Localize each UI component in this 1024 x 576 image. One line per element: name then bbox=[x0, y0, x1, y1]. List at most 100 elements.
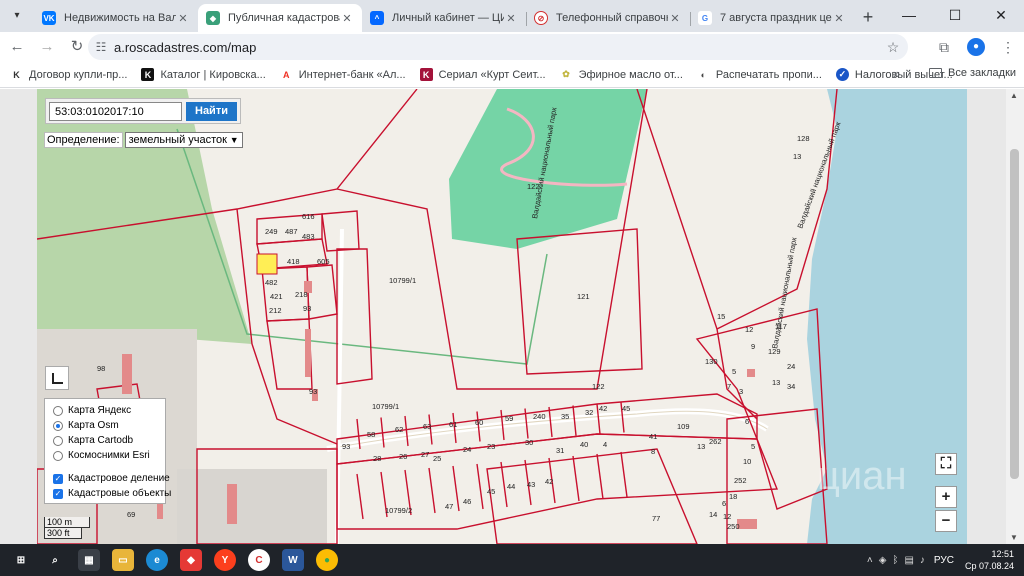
cadastral-map[interactable]: 1281312212112261648324948760541841948221… bbox=[37, 89, 967, 544]
layer-esri[interactable]: Космоснимки Esri bbox=[53, 450, 150, 461]
taskview-icon[interactable]: ▦ bbox=[78, 549, 100, 571]
close-icon[interactable]: ✕ bbox=[504, 12, 518, 25]
clock[interactable]: 12:51 Ср 07.08.24 bbox=[965, 548, 1014, 572]
cadastral-search: Найти bbox=[45, 98, 241, 124]
layer-osm[interactable]: Карта Osm bbox=[53, 420, 119, 431]
bookmark-2[interactable]: A Интернет-банк «Ал... bbox=[280, 68, 406, 81]
chevron-down-icon: ▾ bbox=[14, 10, 20, 21]
edge-icon[interactable]: e bbox=[146, 549, 168, 571]
bookmark-star-icon[interactable]: ☆ bbox=[878, 39, 908, 56]
bookmark-1[interactable]: K Каталог | Кировска... bbox=[141, 68, 266, 81]
all-bookmarks-button[interactable]: Все закладки bbox=[929, 67, 1016, 79]
parcel-number: 14 bbox=[709, 510, 717, 519]
overlay-label: Кадастровое деление bbox=[68, 473, 170, 484]
address-bar[interactable]: ☷ a.roscadastres.com/map ☆ bbox=[88, 34, 908, 60]
definition-row: Определение: земельный участок ▼ bbox=[44, 132, 243, 148]
overlay-cadastral-division[interactable]: ✓ Кадастровое деление bbox=[53, 473, 170, 484]
reload-icon[interactable]: ↻ bbox=[64, 34, 90, 60]
parcel-number: 93 bbox=[309, 387, 317, 396]
close-icon[interactable]: ✕ bbox=[832, 12, 846, 25]
definition-select[interactable]: земельный участок ▼ bbox=[124, 132, 243, 148]
zoom-in-button[interactable]: + bbox=[935, 486, 957, 508]
page-scrollbar[interactable]: ▲ ▼ bbox=[1006, 89, 1024, 544]
parcel-number: 41 bbox=[649, 432, 657, 441]
explorer-icon[interactable]: ▭ bbox=[112, 549, 134, 571]
tab-search-button[interactable]: ▾ bbox=[0, 0, 34, 32]
layers-toggle-button[interactable] bbox=[45, 366, 69, 390]
bluetooth-icon[interactable]: ᛒ bbox=[892, 555, 898, 566]
fullscreen-button[interactable]: ⛶ bbox=[935, 453, 957, 475]
chevron-up-icon[interactable]: ˄ bbox=[867, 555, 873, 566]
maximize-icon[interactable]: ☐ bbox=[932, 0, 978, 32]
close-window-icon[interactable]: ✕ bbox=[978, 0, 1024, 32]
close-icon[interactable]: ✕ bbox=[668, 12, 682, 25]
new-tab-button[interactable]: + bbox=[854, 4, 882, 32]
overlay-cadastral-objects[interactable]: ✓ Кадастровые объекты bbox=[53, 488, 171, 499]
find-button[interactable]: Найти bbox=[186, 102, 237, 121]
tab-0[interactable]: VK Недвижимость на Валдае ✕ bbox=[34, 4, 198, 32]
parcel-number: 35 bbox=[561, 412, 569, 421]
search-input[interactable] bbox=[49, 102, 182, 121]
radio-icon bbox=[53, 450, 63, 461]
extensions-icon[interactable]: ⧉ bbox=[928, 39, 960, 56]
anydesk-icon[interactable]: ◆ bbox=[180, 549, 202, 571]
bookmarks-bar: K Договор купли-пр... K Каталог | Кировска… bbox=[0, 62, 1024, 88]
parcel-number: 249 bbox=[265, 227, 278, 236]
search-icon[interactable]: ⌕ bbox=[44, 549, 66, 571]
parcel-number: 45 bbox=[622, 404, 630, 413]
network-icon[interactable]: ▤ bbox=[904, 555, 913, 566]
parcel-number: 24 bbox=[787, 362, 795, 371]
chrome-icon[interactable]: ● bbox=[316, 549, 338, 571]
site-info-icon[interactable]: ☷ bbox=[88, 40, 114, 54]
zoom-out-button[interactable]: − bbox=[935, 510, 957, 532]
parcel-number: 61 bbox=[449, 420, 457, 429]
parcel-number: 42 bbox=[599, 404, 607, 413]
browser-toolbar: ← → ↻ ☷ a.roscadastres.com/map ☆ ⧉ ● ⋮ bbox=[0, 32, 1024, 62]
parcel-number: 44 bbox=[507, 482, 515, 491]
word-icon[interactable]: W bbox=[282, 549, 304, 571]
tab-1[interactable]: ◆ Публичная кадастровая ка ✕ bbox=[198, 4, 362, 32]
bookmark-0[interactable]: K Договор купли-пр... bbox=[10, 68, 127, 81]
more-bookmarks-icon[interactable]: » bbox=[893, 66, 900, 81]
map-canvas[interactable]: 1281312212112261648324948760541841948221… bbox=[37, 89, 967, 544]
clock-date: Ср 07.08.24 bbox=[964, 561, 1014, 571]
bookmark-4[interactable]: ✿ Эфирное масло от... bbox=[560, 68, 683, 81]
vk-icon: VK bbox=[42, 11, 56, 25]
bookmark-3[interactable]: K Сериал «Курт Сеит... bbox=[419, 68, 546, 81]
cian-watermark: циан bbox=[817, 454, 907, 498]
parcel-number: 13 bbox=[697, 442, 705, 451]
tab-4[interactable]: G 7 августа праздник церко ✕ bbox=[690, 4, 854, 32]
profile-avatar[interactable]: ● bbox=[967, 38, 985, 56]
layer-cartodb[interactable]: Карта Cartodb bbox=[53, 435, 133, 446]
alfabank-icon: A bbox=[283, 69, 290, 80]
volume-icon[interactable]: ♪ bbox=[920, 555, 925, 566]
window-controls: — ☐ ✕ bbox=[886, 0, 1024, 32]
back-icon[interactable]: ← bbox=[4, 34, 30, 60]
scroll-down-icon[interactable]: ▼ bbox=[1010, 533, 1018, 542]
system-tray: ˄ ◈ ᛒ ▤ ♪ РУС 12:51 Ср 07.08.24 bbox=[864, 544, 1024, 576]
parcel-number: 616 bbox=[302, 212, 315, 221]
cian-app-icon[interactable]: C bbox=[248, 549, 270, 571]
parcel-number: 46 bbox=[463, 497, 471, 506]
scroll-thumb[interactable] bbox=[1010, 149, 1019, 479]
minimize-icon[interactable]: — bbox=[886, 0, 932, 32]
menu-icon[interactable]: ⋮ bbox=[992, 39, 1024, 56]
scroll-up-icon[interactable]: ▲ bbox=[1010, 91, 1018, 100]
phonebook-icon: ⊘ bbox=[534, 11, 548, 25]
yandex-icon[interactable]: Y bbox=[214, 549, 236, 571]
parcel-number: 25 bbox=[433, 454, 441, 463]
forward-icon[interactable]: → bbox=[34, 34, 60, 60]
layer-yandex[interactable]: Карта Яндекс bbox=[53, 405, 131, 416]
parcel-number: 42 bbox=[545, 477, 553, 486]
definition-value: земельный участок bbox=[128, 134, 227, 146]
language-indicator[interactable]: РУС bbox=[934, 555, 954, 566]
close-icon[interactable]: ✕ bbox=[340, 12, 354, 25]
parcel-number: 77 bbox=[652, 514, 660, 523]
tab-2[interactable]: ^ Личный кабинет — ЦИАН ✕ bbox=[362, 4, 526, 32]
start-icon[interactable]: ⊞ bbox=[10, 549, 32, 571]
url-text[interactable]: a.roscadastres.com/map bbox=[114, 40, 878, 55]
bookmark-5[interactable]: ◐ Распечатать пропи... bbox=[697, 68, 822, 81]
tab-3[interactable]: ⊘ Телефонный справочник ✕ bbox=[526, 4, 690, 32]
close-icon[interactable]: ✕ bbox=[176, 12, 190, 25]
tray-app-icon[interactable]: ◈ bbox=[879, 555, 887, 566]
